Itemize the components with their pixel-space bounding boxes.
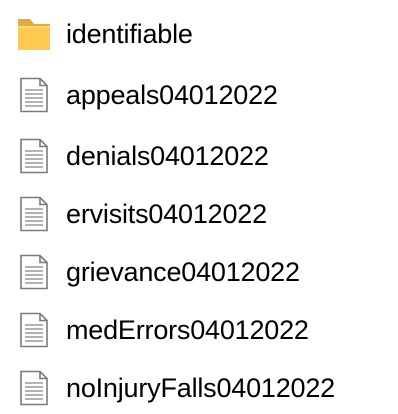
file-item-grievance[interactable]: grievance04012022 [0,247,398,297]
file-list: identifiable appeals04012022 denials0401… [0,0,398,414]
folder-item-identifiable[interactable]: identifiable [0,9,398,59]
item-name: identifiable [66,19,193,49]
folder-icon [14,16,54,52]
file-item-med-errors[interactable]: medErrors04012022 [0,305,398,355]
file-item-ervisits[interactable]: ervisits04012022 [0,189,398,239]
file-item-no-injury-falls[interactable]: noInjuryFalls04012022 [0,363,398,413]
item-name: denials04012022 [66,141,269,171]
text-document-icon [14,138,54,174]
text-document-icon [14,196,54,232]
item-name: ervisits04012022 [66,199,267,229]
text-document-icon [14,77,54,113]
file-item-appeals[interactable]: appeals04012022 [0,70,398,120]
item-name: grievance04012022 [66,257,300,287]
text-document-icon [14,254,54,290]
text-document-icon [14,312,54,348]
item-name: appeals04012022 [66,80,278,110]
item-name: noInjuryFalls04012022 [66,373,335,403]
text-document-icon [14,370,54,406]
item-name: medErrors04012022 [66,315,309,345]
file-item-denials[interactable]: denials04012022 [0,131,398,181]
